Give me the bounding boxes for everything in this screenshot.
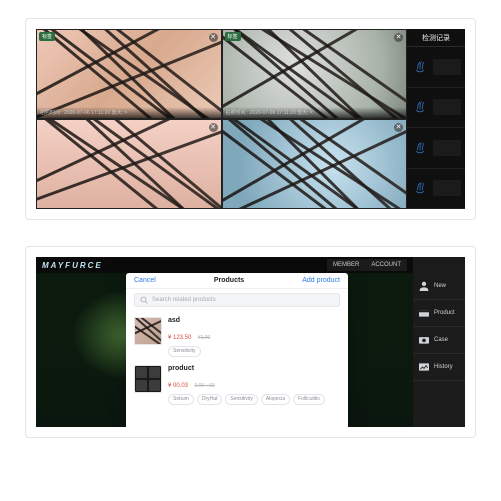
tag-badge: 标签 (39, 32, 55, 41)
record-row[interactable] (407, 47, 465, 88)
product-thumb (134, 317, 162, 345)
tab-account[interactable]: ACCOUNT (365, 259, 407, 271)
top-tabs: MEMBER ACCOUNT (327, 259, 407, 271)
product-price: ¥ 00.03 (168, 383, 188, 389)
record-button[interactable] (433, 99, 461, 115)
record-row[interactable] (407, 169, 465, 210)
tag-badge: 标签 (225, 32, 241, 41)
image-tile[interactable]: 标签 ✕ 拍照时间 : 2020-07-06 17:11:20 放大: × (36, 29, 222, 119)
nav-label: Product (434, 310, 455, 316)
search-input[interactable]: Search related products (134, 293, 340, 307)
record-button[interactable] (433, 180, 461, 196)
modal-header: Cancel Products Add product (126, 273, 348, 289)
record-row[interactable] (407, 88, 465, 129)
screenshot-card-2: MAYFURCE MEMBER ACCOUNT Cancel Products … (25, 246, 476, 438)
modal-title: Products (214, 277, 244, 284)
product-thumb (134, 365, 162, 393)
product-row[interactable]: asd ¥ 123.50 ¥1.00 Sensitivity (134, 313, 340, 361)
close-icon[interactable]: ✕ (394, 123, 403, 132)
nav-item-case[interactable]: Case (413, 327, 465, 354)
product-old-price: ¥1.00 (198, 335, 211, 341)
nav-label: New (434, 283, 446, 289)
add-product-button[interactable]: Add product (302, 277, 340, 284)
top-bar: MAYFURCE MEMBER ACCOUNT (36, 257, 413, 273)
tab-member[interactable]: MEMBER (327, 259, 365, 271)
tag[interactable]: Sensitivity (168, 346, 201, 357)
image-meta: 拍照时间 : 2020-07-06 17:11:20 放大: × (37, 107, 221, 118)
product-name: product (168, 365, 325, 372)
follicle-icon (407, 88, 433, 128)
image-meta: 拍照时间 : 2020-07-06 17:11:20 放大: × (223, 107, 407, 118)
product-old-price: 0.00→03 (194, 383, 214, 389)
search-icon (140, 296, 148, 304)
user-icon (418, 281, 430, 291)
cancel-button[interactable]: Cancel (134, 277, 156, 284)
tag[interactable]: DryHat (197, 394, 223, 405)
records-sidebar: 检测记录 (407, 29, 465, 209)
follicle-icon (407, 128, 433, 168)
box-icon (418, 308, 430, 318)
image-tile[interactable]: 标签 ✕ 拍照时间 : 2020-07-06 17:11:20 放大: × (222, 29, 408, 119)
analysis-app-window: 标签 ✕ 拍照时间 : 2020-07-06 17:11:20 放大: × 标签 (36, 29, 465, 209)
image-tile[interactable]: ✕ (222, 119, 408, 209)
product-tags: Sensitivity (168, 346, 210, 357)
product-name: asd (168, 317, 210, 324)
close-icon[interactable]: ✕ (394, 33, 403, 42)
image-grid: 标签 ✕ 拍照时间 : 2020-07-06 17:11:20 放大: × 标签 (36, 29, 407, 209)
tag[interactable]: Sensitivity (225, 394, 258, 405)
record-button[interactable] (433, 59, 461, 75)
product-app-window: MAYFURCE MEMBER ACCOUNT Cancel Products … (36, 257, 465, 427)
tag[interactable]: Alopecia (261, 394, 290, 405)
record-button[interactable] (433, 140, 461, 156)
screenshot-card-1: 标签 ✕ 拍照时间 : 2020-07-06 17:11:20 放大: × 标签 (25, 18, 476, 220)
sidebar-title: 检测记录 (407, 29, 465, 47)
nav-label: Case (434, 337, 448, 343)
tag[interactable]: Sebum (168, 394, 194, 405)
image-tile[interactable]: ✕ (36, 119, 222, 209)
record-row[interactable] (407, 128, 465, 169)
image-icon (418, 362, 430, 372)
nav-label: History (434, 364, 453, 370)
follicle-icon (407, 169, 433, 209)
nav-item-history[interactable]: History (413, 354, 465, 381)
search-placeholder: Search related products (152, 297, 216, 303)
product-price: ¥ 123.50 (168, 335, 191, 341)
right-nav: New Product Case History (413, 257, 465, 427)
close-icon[interactable]: ✕ (209, 33, 218, 42)
tag[interactable]: Folliculitis (293, 394, 325, 405)
close-icon[interactable]: ✕ (209, 123, 218, 132)
nav-item-new[interactable]: New (413, 273, 465, 300)
nav-item-product[interactable]: Product (413, 300, 465, 327)
product-row[interactable]: product ¥ 00.03 0.00→03 Sebum DryHat Sen… (134, 361, 340, 409)
product-tags: Sebum DryHat Sensitivity Alopecia Follic… (168, 394, 325, 405)
products-modal: Cancel Products Add product Search relat… (126, 273, 348, 427)
main-area: MAYFURCE MEMBER ACCOUNT Cancel Products … (36, 257, 413, 427)
brand-logo: MAYFURCE (42, 261, 103, 270)
product-list: asd ¥ 123.50 ¥1.00 Sensitivity (126, 311, 348, 427)
camera-icon (418, 335, 430, 345)
follicle-icon (407, 47, 433, 87)
